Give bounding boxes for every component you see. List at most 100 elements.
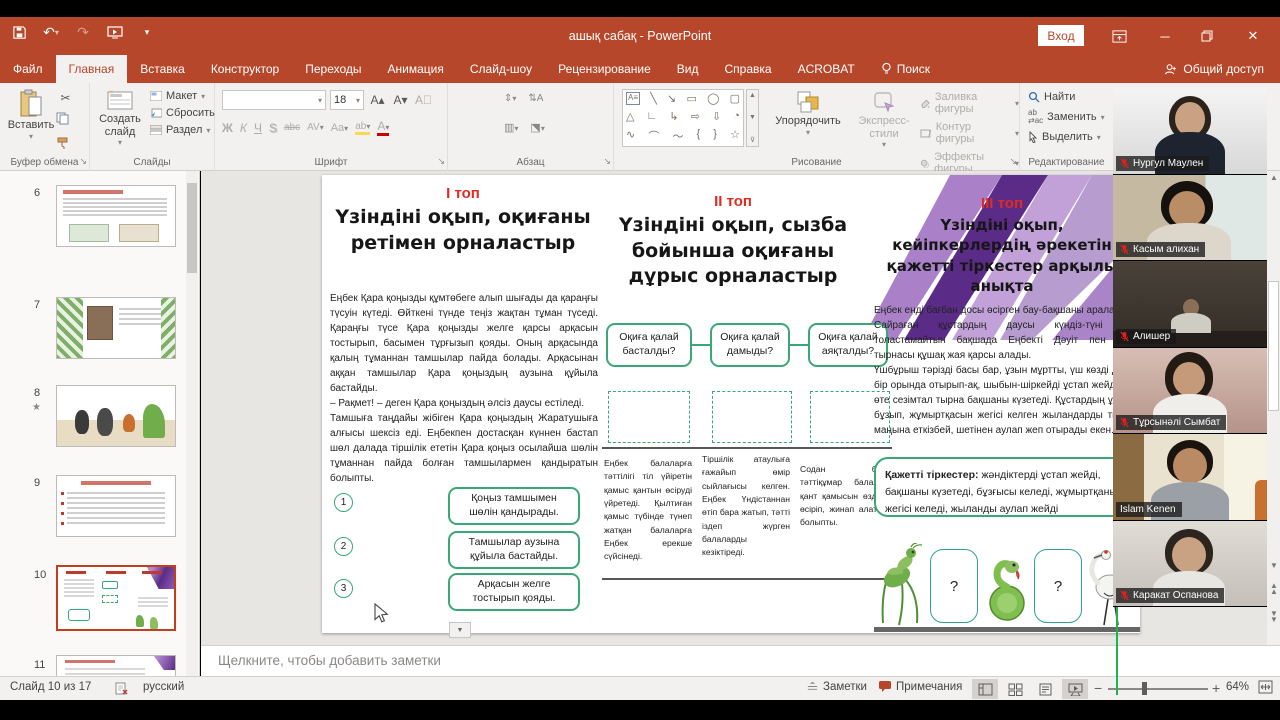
group2-label[interactable]: II топ xyxy=(602,193,864,210)
select-button[interactable]: Выделить▾ xyxy=(1028,131,1105,143)
video-tile-6[interactable]: Каракат Оспанова xyxy=(1113,521,1267,608)
spellcheck-icon[interactable] xyxy=(115,681,129,698)
next-slide-icon[interactable]: ▼▼ xyxy=(1270,611,1278,622)
step-3-number[interactable]: 3 xyxy=(334,579,353,598)
answer-box-1[interactable]: Қоңыз тамшымен шөлін қандырады. xyxy=(448,487,580,525)
start-slideshow-icon[interactable] xyxy=(106,23,124,41)
underline-button[interactable]: Ч xyxy=(254,121,262,135)
reset-button[interactable]: Сбросить xyxy=(150,107,215,119)
slide-thumbnail-7[interactable] xyxy=(56,297,176,359)
group2-heading[interactable]: Үзіндіні оқып, сызба бойынша оқиғаны дұр… xyxy=(602,213,864,290)
rectangle-shape-icon[interactable]: ▭ xyxy=(686,92,696,105)
shapes-gallery-scrollbar[interactable]: ▲▼⊽ xyxy=(746,89,759,147)
find-button[interactable]: Найти xyxy=(1028,91,1105,103)
zoom-out-button[interactable]: − xyxy=(1094,680,1102,696)
star-shape-icon[interactable]: ☆ xyxy=(730,128,740,144)
video-tile-1[interactable]: Нургул Маулен xyxy=(1113,88,1267,175)
video-tile-3[interactable]: Алишер xyxy=(1113,261,1267,348)
splitter-collapse-icon[interactable]: ▼ xyxy=(449,622,471,638)
group3-heading[interactable]: Үзіндіні оқып, кейіпкерлердің әрекетін қ… xyxy=(870,215,1134,296)
shape-outline-button[interactable]: Контур фигуры▾ xyxy=(920,121,1019,145)
down-arrow-shape-icon[interactable]: ⇩ xyxy=(712,110,721,123)
restore-button[interactable] xyxy=(1186,17,1228,55)
tell-me-search[interactable]: Поиск xyxy=(868,55,943,83)
group3-paragraph[interactable]: Еңбек енді бағбан досы өсірген бау-бақша… xyxy=(874,303,1136,438)
answer-box-3[interactable]: Арқасын желге тостырып қояды. xyxy=(448,573,580,611)
snake-image[interactable] xyxy=(984,557,1030,623)
normal-view-button[interactable] xyxy=(972,679,998,699)
arc-shape-icon[interactable]: ⌒ xyxy=(648,128,659,144)
strikethrough-button[interactable]: abc xyxy=(284,122,300,133)
columns-icon[interactable]: ▥▾ xyxy=(504,121,518,134)
font-name-combo[interactable]: ▾ xyxy=(222,90,326,110)
tab-home[interactable]: Главная xyxy=(56,55,128,83)
replace-button[interactable]: ab⇄acЗаменить▾ xyxy=(1028,109,1105,125)
char-spacing-button[interactable]: AV▾ xyxy=(307,122,324,133)
smartart-convert-icon[interactable]: ⬔▾ xyxy=(530,121,544,134)
change-case-button[interactable]: Aa▾ xyxy=(331,122,348,134)
scroll-down-icon[interactable]: ▼ xyxy=(1270,561,1278,570)
left-brace-shape-icon[interactable]: { xyxy=(697,128,701,144)
clear-formatting-icon[interactable]: A⃠ xyxy=(414,93,433,107)
flow-box-2[interactable]: Оқиға қалай дамыды? xyxy=(710,323,790,367)
share-button[interactable]: Общий доступ xyxy=(1156,55,1272,83)
right-brace-shape-icon[interactable]: } xyxy=(713,128,717,144)
close-button[interactable]: ✕ xyxy=(1232,17,1274,55)
group3-label[interactable]: III топ xyxy=(877,195,1127,212)
font-color-button[interactable]: А▾ xyxy=(377,119,389,136)
text-shadow-button[interactable]: S xyxy=(269,121,277,135)
textbox-shape-icon[interactable]: A≡ xyxy=(626,92,640,105)
minimize-button[interactable]: ─ xyxy=(1144,17,1186,55)
tab-transitions[interactable]: Переходы xyxy=(292,55,374,83)
elbow-shape-icon[interactable]: ∟ xyxy=(647,110,658,123)
paste-button[interactable]: Вставить▾ xyxy=(8,89,54,141)
fit-to-window-icon[interactable] xyxy=(1258,680,1273,697)
redo-icon[interactable]: ↷ xyxy=(74,23,92,41)
customize-qat-icon[interactable]: ▾ xyxy=(138,23,156,41)
notes-pane[interactable]: ▼ Щелкните, чтобы добавить заметки xyxy=(201,645,1280,676)
slide-thumbnail-6[interactable] xyxy=(56,185,176,247)
tab-help[interactable]: Справка xyxy=(711,55,784,83)
italic-button[interactable]: К xyxy=(240,121,247,135)
flow-box-1[interactable]: Оқиға қалай басталды? xyxy=(606,323,692,367)
step-2-number[interactable]: 2 xyxy=(334,537,353,556)
video-tile-2[interactable]: Касым алихан xyxy=(1113,175,1267,262)
required-phrases-box[interactable]: Қажетті тіркестер: жәндіктерді ұстап жей… xyxy=(874,457,1136,517)
comments-toggle-button[interactable]: Примечания xyxy=(878,680,962,693)
bold-button[interactable]: Ж xyxy=(222,121,233,135)
tab-acrobat[interactable]: ACROBAT xyxy=(785,55,868,83)
section-button[interactable]: Раздел▾ xyxy=(150,124,215,136)
triangle-shape-icon[interactable]: △ xyxy=(626,110,634,123)
shape-fill-button[interactable]: Заливка фигуры▾ xyxy=(920,91,1019,115)
scroll-up-icon[interactable]: ▲ xyxy=(1270,173,1278,182)
format-painter-icon[interactable] xyxy=(56,137,75,155)
tab-design[interactable]: Конструктор xyxy=(198,55,292,83)
ribbon-display-options-icon[interactable] xyxy=(1098,17,1140,55)
cut-icon[interactable]: ✂ xyxy=(56,91,75,105)
font-size-combo[interactable]: 18▾ xyxy=(330,90,364,110)
answer-box-2[interactable]: Тамшылар аузына құйыла бастайды. xyxy=(448,531,580,569)
dialog-launcher-icon[interactable]: ↘ xyxy=(79,156,87,167)
empty-dashed-box-2[interactable] xyxy=(712,391,792,443)
notes-toggle-button[interactable]: Заметки xyxy=(806,680,867,693)
highlight-color-button[interactable]: ab▾ xyxy=(355,121,370,135)
group1-label[interactable]: I топ xyxy=(332,185,594,202)
zoom-in-button[interactable]: + xyxy=(1212,680,1220,696)
step-1-number[interactable]: 1 xyxy=(334,493,353,512)
question-box-2[interactable]: ? xyxy=(1034,549,1082,623)
thumbnail-scrollbar-thumb[interactable] xyxy=(187,183,197,273)
video-tile-4[interactable]: Тұрсынәлі Сымбат xyxy=(1113,348,1267,435)
thumbnail-scrollbar[interactable] xyxy=(186,171,198,676)
scribble-shape-icon[interactable]: ∿ xyxy=(626,128,635,144)
ppt-vertical-scrollbar[interactable]: ▲ ▼ ▲▲ ▼▼ xyxy=(1267,171,1280,645)
snippet-1[interactable]: Еңбек балаларға тәттілігі тіл үйіретін қ… xyxy=(604,457,692,564)
group1-heading[interactable]: Үзіндіні оқып, оқиғаны ретімен орналасты… xyxy=(332,205,594,256)
dialog-launcher-icon[interactable]: ↘ xyxy=(1009,156,1017,167)
zoom-slider-track[interactable] xyxy=(1108,688,1208,690)
undo-icon[interactable]: ↶▾ xyxy=(42,23,60,41)
slide-10[interactable]: I топ Үзіндіні оқып, оқиғаны ретімен орн… xyxy=(322,175,1140,633)
group1-paragraph[interactable]: Еңбек Қара қоңызды құмтөбеге алып шығады… xyxy=(330,291,598,486)
dialog-launcher-icon[interactable]: ↘ xyxy=(437,156,445,167)
dialog-launcher-icon[interactable]: ↘ xyxy=(603,156,611,167)
rounded-rect-shape-icon[interactable]: ▢ xyxy=(730,92,740,105)
